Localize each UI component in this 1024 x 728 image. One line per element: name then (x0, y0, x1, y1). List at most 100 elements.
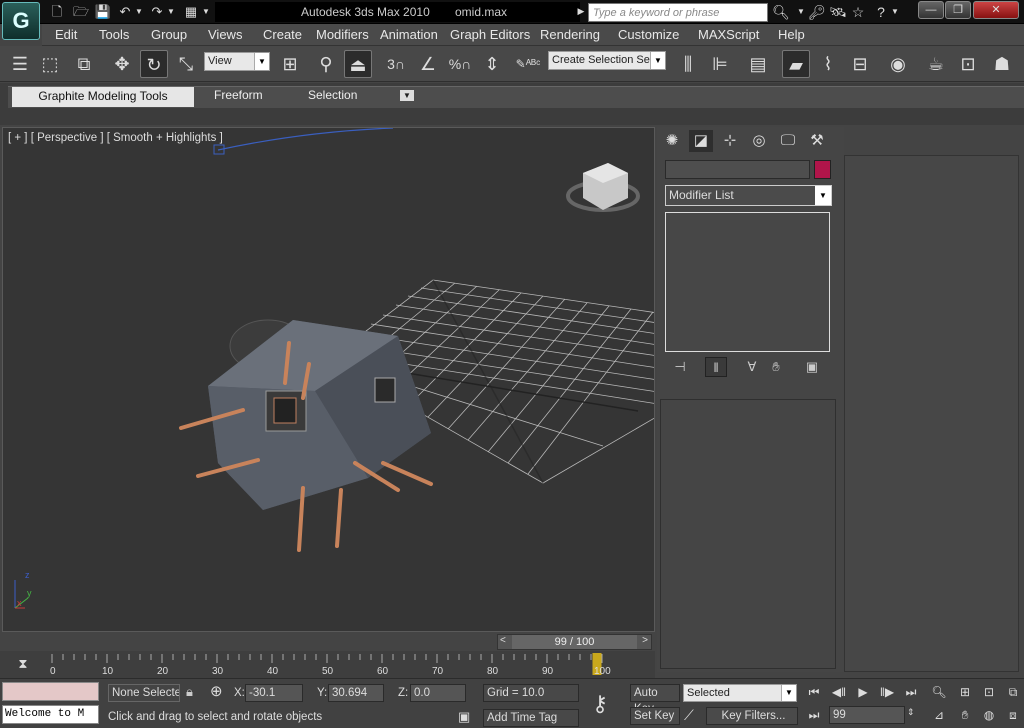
ribbon-minimize-icon[interactable]: ▼ (400, 90, 414, 101)
select-rotate-icon[interactable]: ↻ (140, 50, 168, 78)
menu-views[interactable]: Views (208, 27, 242, 42)
percent-snap-icon[interactable]: %∩ (446, 50, 474, 78)
prev-frame-icon[interactable]: < (500, 635, 506, 646)
time-slider-label[interactable]: 99 / 100 (512, 635, 637, 649)
hierarchy-tab-icon[interactable]: ⊹ (718, 130, 742, 152)
subscription-icon[interactable]: 🔑︎ (806, 2, 828, 22)
configure-modifier-sets-icon[interactable]: ▣ (801, 357, 823, 377)
save-icon[interactable]: 💾 (94, 3, 112, 20)
binoculars-icon[interactable]: 🔍︎ (770, 2, 792, 22)
track-bar[interactable]: ⧗ 0 10 20 30 40 50 60 70 80 90 100 (0, 651, 655, 678)
spinner-snap-icon[interactable]: ⇕ (478, 50, 506, 78)
help-icon[interactable]: ? (870, 2, 892, 22)
track-ticks[interactable]: 0 10 20 30 40 50 60 70 80 90 100 (0, 651, 655, 678)
angle-snap-icon[interactable]: ∠ (414, 50, 442, 78)
snaps-toggle-icon[interactable]: 3∩ (382, 50, 410, 78)
key-icon[interactable]: ⚷ (592, 691, 608, 717)
absolute-mode-icon[interactable]: ⊕ (210, 682, 223, 700)
help-dropdown-icon[interactable]: ▼ (890, 2, 900, 22)
modifier-list-dropdown[interactable]: Modifier List ▼ (665, 185, 832, 206)
remove-modifier-icon[interactable]: ✋︎ (765, 357, 787, 377)
time-tag-icon[interactable]: ▣ (458, 709, 470, 725)
keyboard-shortcut-override-icon[interactable]: ⏏ (344, 50, 372, 78)
menu-customize[interactable]: Customize (618, 27, 679, 42)
object-name-field[interactable] (665, 160, 810, 179)
viewport-scene[interactable]: z y x (3, 128, 655, 632)
pan-view-icon[interactable]: ✋︎ (954, 705, 976, 725)
quick-access-dropdown-icon[interactable]: ▼ (200, 3, 212, 20)
render-production-icon[interactable]: ☗ (988, 50, 1016, 78)
show-end-result-icon[interactable]: ‖ (705, 357, 727, 377)
menu-edit[interactable]: Edit (55, 27, 77, 42)
zoom-icon[interactable]: 🔍︎ (928, 682, 950, 702)
next-frame-icon[interactable]: > (642, 635, 648, 646)
select-move-icon[interactable]: ✥ (108, 50, 136, 78)
default-tangent-icon[interactable]: ⟋ (684, 707, 694, 724)
project-folder-icon[interactable]: ▦ (182, 3, 200, 20)
tab-selection[interactable]: Selection (308, 88, 357, 102)
y-coordinate-field[interactable]: 30.694 (328, 684, 384, 702)
play-icon[interactable]: ▶ (852, 682, 874, 702)
new-file-icon[interactable]: 🗋 (48, 3, 66, 20)
zoom-extents-all-icon[interactable]: ⧉ (1002, 682, 1024, 702)
menu-create[interactable]: Create (263, 27, 302, 42)
orbit-icon[interactable]: ◍ (978, 705, 1000, 725)
modifier-stack[interactable] (665, 212, 830, 352)
z-coordinate-field[interactable]: 0.0 (410, 684, 466, 702)
go-to-start-icon[interactable]: ⏮ (803, 682, 825, 702)
render-setup-icon[interactable]: ☕︎ (922, 50, 950, 78)
maxscript-mini-listener[interactable]: Welcome to M (2, 705, 99, 724)
communication-icon[interactable]: 🛰 (827, 2, 849, 22)
menu-modifiers[interactable]: Modifiers (316, 27, 369, 42)
pivot-center-icon[interactable]: ⊞ (276, 50, 304, 78)
schematic-view-icon[interactable]: ⊟ (846, 50, 874, 78)
motion-tab-icon[interactable]: ◎ (747, 130, 771, 152)
redo-icon[interactable]: ↷ (148, 3, 166, 20)
utilities-tab-icon[interactable]: ⚒ (805, 130, 829, 152)
redo-dropdown-icon[interactable]: ▼ (166, 3, 176, 20)
tab-freeform[interactable]: Freeform (214, 88, 263, 102)
current-frame-field[interactable]: 99 (829, 706, 905, 724)
maximize-viewport-icon[interactable]: ⧈ (1002, 705, 1024, 725)
previous-frame-icon[interactable]: ◀‖ (828, 682, 850, 702)
x-coordinate-field[interactable]: -30.1 (245, 684, 303, 702)
infocenter-toggle-icon[interactable]: ▶ (576, 3, 586, 20)
perspective-viewport[interactable]: [ + ] [ Perspective ] [ Smooth + Highlig… (2, 127, 655, 632)
rendered-frame-window-icon[interactable]: ⊡ (954, 50, 982, 78)
modify-tab-icon[interactable]: ◪ (689, 130, 713, 152)
named-selection-sets-dropdown[interactable]: Create Selection Se ▼ (548, 51, 666, 70)
tab-graphite-modeling-tools[interactable]: Graphite Modeling Tools (12, 87, 194, 107)
key-mode-dropdown[interactable]: Selected ▼ (683, 684, 797, 702)
graphite-toggle-icon[interactable]: ▰ (782, 50, 810, 78)
zoom-extents-icon[interactable]: ⊡ (978, 682, 1000, 702)
time-slider[interactable]: < 99 / 100 > (497, 634, 652, 650)
restore-button[interactable]: ❐ (945, 1, 971, 19)
lock-icon[interactable]: 🔒︎ (186, 684, 193, 700)
make-unique-icon[interactable]: ∀ (741, 357, 763, 377)
close-button[interactable]: ✕ (973, 1, 1019, 19)
add-time-tag-button[interactable]: Add Time Tag (483, 709, 579, 727)
open-file-icon[interactable]: 🗁 (72, 3, 90, 20)
favorites-star-icon[interactable]: ☆ (847, 2, 869, 22)
window-crossing-icon[interactable]: ⧉ (70, 50, 98, 78)
create-tab-icon[interactable]: ✺ (660, 130, 684, 152)
display-tab-icon[interactable]: 🖵 (776, 130, 800, 152)
material-editor-icon[interactable]: ◉ (884, 50, 912, 78)
zoom-all-icon[interactable]: ⊞ (954, 682, 976, 702)
key-filters-button[interactable]: Key Filters... (706, 707, 798, 725)
curve-editor-icon[interactable]: ⌇ (814, 50, 842, 78)
menu-rendering[interactable]: Rendering (540, 27, 600, 42)
align-icon[interactable]: ⊫ (706, 50, 734, 78)
select-by-name-list-icon[interactable]: ☰ (6, 50, 34, 78)
rect-selection-icon[interactable]: ⬚ (36, 50, 64, 78)
application-button[interactable]: G (2, 2, 40, 40)
search-dropdown-icon[interactable]: ▼ (796, 2, 806, 22)
set-key-button[interactable]: Set Key (630, 707, 680, 725)
select-scale-icon[interactable]: ⤡ (172, 50, 200, 78)
object-color-swatch[interactable] (814, 160, 831, 179)
edit-named-selection-icon[interactable]: ✎ᴬᴮᶜ (514, 50, 542, 78)
menu-help[interactable]: Help (778, 27, 805, 42)
undo-dropdown-icon[interactable]: ▼ (134, 3, 144, 20)
menu-maxscript[interactable]: MAXScript (698, 27, 759, 42)
go-to-end-icon[interactable]: ⏭ (900, 682, 922, 702)
